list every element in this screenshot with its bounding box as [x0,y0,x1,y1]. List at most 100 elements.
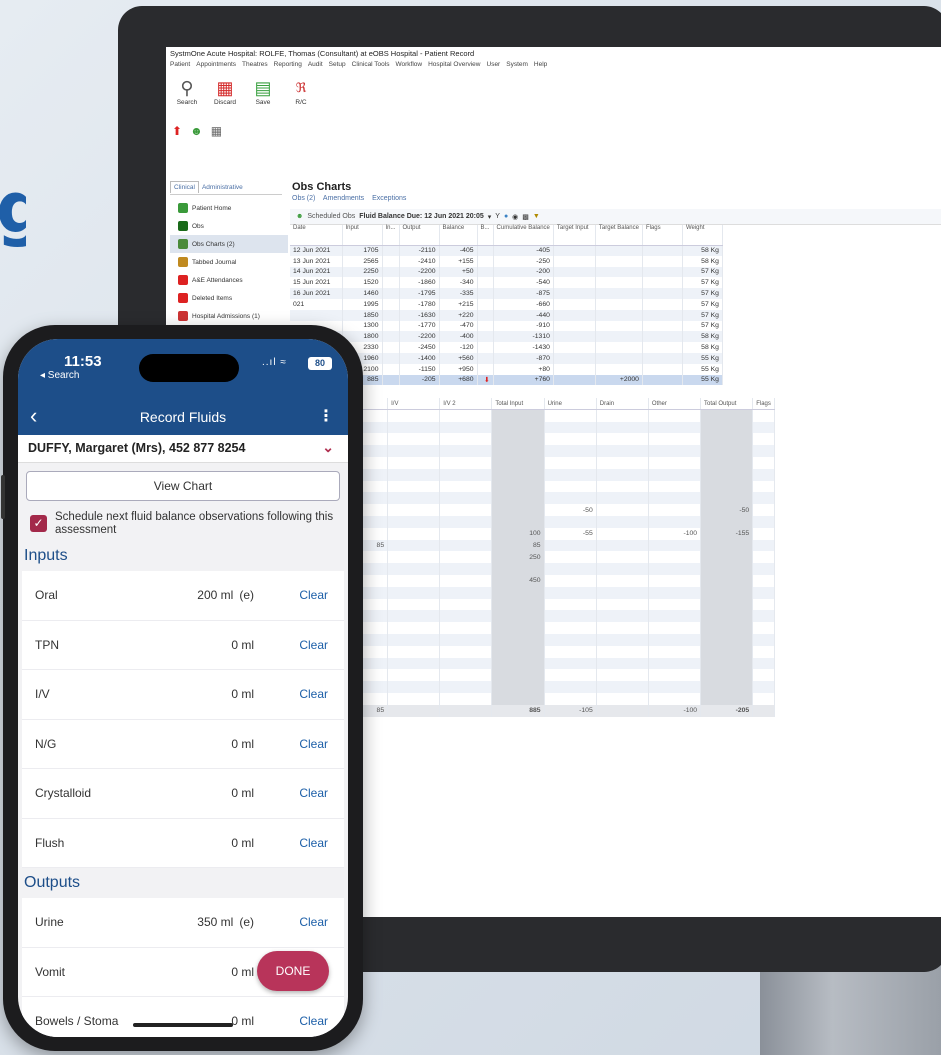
table-row[interactable]: 12 Jun 2021 1705 -2110 -405 -405 58 Kg [290,245,723,256]
view-chart-button[interactable]: View Chart [26,471,340,501]
table-row[interactable]: 1850 -1630 +220 -440 57 Kg [290,309,723,321]
fluid-row-i-v[interactable]: I/V 0 ml Clear [22,670,344,720]
menu-item-theatres[interactable]: Theatres [242,61,268,68]
target-icon[interactable]: ◉ [512,213,518,221]
fluid-row-flush[interactable]: Flush 0 ml Clear [22,818,344,868]
menu-item-clinical-tools[interactable]: Clinical Tools [352,61,390,68]
schedule-checkbox-row[interactable]: ✓ Schedule next fluid balance observatio… [18,501,348,541]
column-header[interactable]: Drain [596,398,649,411]
menu-item-reporting[interactable]: Reporting [274,61,302,68]
column-header[interactable]: Total Output [700,398,754,411]
table-row[interactable]: 021 1995 -1780 +215 -660 57 Kg [290,298,723,310]
clear-button[interactable]: Clear [299,915,328,929]
column-header[interactable]: Cumulative Balance [493,225,554,246]
back-to-app[interactable]: ◂ Search [40,370,79,381]
search-button[interactable]: ⚲ Search [174,77,200,117]
menu-item-workflow[interactable]: Workflow [396,61,423,68]
column-header[interactable]: Other [648,398,702,411]
fluid-row-crystalloid[interactable]: Crystalloid 0 ml Clear [22,769,344,819]
sidebar-item[interactable]: Hospital Admissions (1) [170,307,288,325]
tab-amendments[interactable]: Amendments [323,195,364,202]
column-header[interactable]: Target Input [553,225,596,246]
sidebar-item[interactable]: Tabbed Journal [170,253,288,271]
clear-button[interactable]: Clear [299,1014,328,1028]
print-icon[interactable]: ▩ [522,213,529,221]
fluid-value[interactable]: 200 ml (e) [197,588,254,602]
column-header[interactable]: Input [342,225,383,246]
menu-item-setup[interactable]: Setup [329,61,346,68]
column-header[interactable]: Flags [642,225,683,246]
tab-exceptions[interactable]: Exceptions [372,195,406,202]
tab-obs[interactable]: Obs (2) [292,195,315,202]
fluid-row-urine[interactable]: Urine 350 ml (e) Clear [22,898,344,948]
people-icon[interactable]: ☻ [190,124,203,138]
fluid-value[interactable]: 0 ml [231,965,254,979]
table-row[interactable]: 1800 -2200 -400 -1310 58 Kg [290,331,723,343]
fluid-value[interactable]: 0 ml [231,1014,254,1028]
column-header[interactable]: In... [382,225,400,246]
tab-administrative[interactable]: Administrative [199,182,246,193]
sidebar-item[interactable]: A&E Attendances [170,271,288,289]
column-header[interactable]: Target Balance [595,225,643,246]
more-icon[interactable]: ⋮ [318,406,334,425]
checkbox-checked-icon[interactable]: ✓ [30,515,47,532]
column-header[interactable]: Output [399,225,440,246]
rc-button[interactable]: ℜ R/C [288,77,314,117]
column-header[interactable]: B... [477,225,494,246]
clear-button[interactable]: Clear [299,687,328,701]
table-row[interactable]: 15 Jun 2021 1520 -1860 -340 -540 57 Kg [290,277,723,289]
save-button[interactable]: ▤ Save [250,77,276,117]
menu-item-patient[interactable]: Patient [170,61,190,68]
column-header[interactable]: Total Input [491,398,545,411]
fluid-row-n-g[interactable]: N/G 0 ml Clear [22,719,344,769]
menu-item-hospital-overview[interactable]: Hospital Overview [428,61,480,68]
sidebar-item[interactable]: Patient Home [170,199,288,217]
fluid-row-oral[interactable]: Oral 200 ml (e) Clear [22,571,344,621]
menu-item-help[interactable]: Help [534,61,547,68]
fluid-value[interactable]: 0 ml [231,836,254,850]
clear-button[interactable]: Clear [299,836,328,850]
sidebar-item[interactable]: Obs Charts (2) [170,235,288,253]
sidebar-item[interactable]: Deleted Items [170,289,288,307]
column-header[interactable]: Urine [544,398,597,411]
menu-item-audit[interactable]: Audit [308,61,323,68]
table-row[interactable]: 14 Jun 2021 2250 -2200 +50 -200 57 Kg [290,266,723,278]
patient-banner[interactable]: DUFFY, Margaret (Mrs), 452 877 8254 ⌄ [18,435,348,463]
tab-clinical[interactable]: Clinical [170,181,199,193]
sidebar-item[interactable]: Obs [170,217,288,235]
fluid-row-tpn[interactable]: TPN 0 ml Clear [22,620,344,670]
column-header[interactable]: Date [290,225,343,246]
column-header[interactable]: Balance [439,225,478,246]
fluid-value[interactable]: 0 ml [231,687,254,701]
column-header[interactable]: Weight [682,225,723,246]
table-row[interactable]: 16 Jun 2021 1460 -1795 -335 -875 57 Kg [290,288,723,299]
fluid-value[interactable]: 0 ml [231,638,254,652]
clear-button[interactable]: Clear [299,786,328,800]
drop-icon[interactable]: ● [504,213,508,220]
clear-button[interactable]: Clear [299,588,328,602]
clear-button[interactable]: Clear [299,638,328,652]
column-header[interactable]: I/V [387,398,441,411]
filter-icon[interactable]: Υ [495,213,500,220]
grid-icon[interactable]: ▦ [211,124,222,138]
up-arrow-icon[interactable]: ⬆ [172,124,182,138]
menu-item-appointments[interactable]: Appointments [196,61,236,68]
fluid-value[interactable]: 0 ml [231,737,254,751]
due-select[interactable]: Fluid Balance Due: 12 Jun 2021 20:05 [359,213,484,220]
clear-button[interactable]: Clear [299,737,328,751]
menu-item-user[interactable]: User [487,61,501,68]
chevron-down-icon[interactable]: ⌄ [322,439,334,456]
chevron-down-icon[interactable]: ▾ [488,213,492,221]
menu-item-system[interactable]: System [506,61,528,68]
column-header[interactable]: I/V 2 [439,398,493,411]
table-cell [648,515,702,528]
funnel-icon[interactable]: ▼ [533,213,540,220]
fluid-row-bowels-stoma[interactable]: Bowels / Stoma 0 ml Clear [22,997,344,1037]
fluid-value[interactable]: 350 ml (e) [197,915,254,929]
table-row[interactable]: 13 Jun 2021 2565 -2410 +155 -250 58 Kg [290,255,723,267]
table-row[interactable]: 1300 -1770 -470 -910 57 Kg [290,320,723,332]
fluid-value[interactable]: 0 ml [231,786,254,800]
column-header[interactable]: Flags [752,398,775,411]
done-button[interactable]: DONE [257,951,329,991]
discard-button[interactable]: ▦ Discard [212,77,238,117]
